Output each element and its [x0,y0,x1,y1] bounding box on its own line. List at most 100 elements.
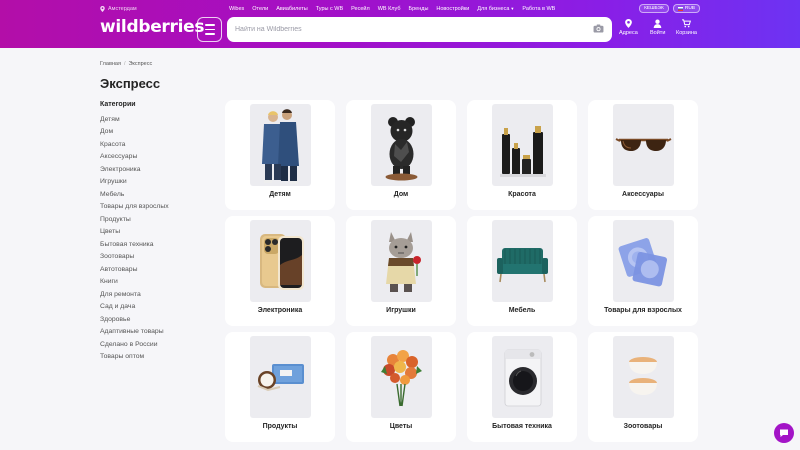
login-button[interactable]: Войти [650,19,665,36]
category-label: Мебель [508,307,536,314]
category-card-kids[interactable]: Детям [225,100,335,210]
sidebar-item-repair[interactable]: Для ремонта [100,289,210,302]
category-image [613,104,674,186]
topnav-brands[interactable]: Бренды [408,6,428,12]
sidebar-item-adult[interactable]: Товары для взрослых [100,201,210,214]
location-pin-icon [100,6,105,12]
category-image [371,220,432,302]
category-card-flowers[interactable]: Цветы [346,332,456,442]
category-card-appliances[interactable]: Бытовая техника [467,332,577,442]
category-label: Игрушки [386,307,416,314]
category-image [492,336,553,418]
sidebar-item-garden[interactable]: Сад и дача [100,301,210,314]
category-label: Электроника [257,307,303,314]
sidebar-item-home[interactable]: Дом [100,126,210,139]
category-image [613,220,674,302]
addresses-button[interactable]: Адреса [619,19,638,36]
top-bar: Амстердам Wibes Отели Авиабилеты Туры с … [100,4,700,14]
category-sidebar: Категории Детям Дом Красота Аксессуары Э… [100,101,210,364]
search-box [227,17,612,42]
category-card-beauty[interactable]: Красота [467,100,577,210]
sidebar-item-kids[interactable]: Детям [100,114,210,127]
cashback-pill[interactable]: КЕШБЭК [639,4,669,13]
category-card-accessories[interactable]: Аксессуары [588,100,698,210]
header: Амстердам Wibes Отели Авиабилеты Туры с … [0,0,800,48]
topnav-business[interactable]: Для бизнеса▼ [477,6,514,12]
burger-line [204,28,215,31]
category-label: Красота [508,191,536,198]
topnav-resale[interactable]: Ресейл [351,6,370,12]
sidebar-item-wholesale[interactable]: Товары оптом [100,351,210,364]
topnav-wibes[interactable]: Wibes [229,6,244,12]
sidebar-item-beauty[interactable]: Красота [100,139,210,152]
pet-bowls-icon [629,357,657,395]
washing-machine-icon [504,349,542,407]
top-nav: Wibes Отели Авиабилеты Туры с WB Ресейл … [229,4,555,14]
category-grid: Детям Дом Красота Аксессуары Электроника… [225,100,698,442]
sidebar-item-health[interactable]: Здоровье [100,314,210,327]
category-card-food[interactable]: Продукты [225,332,335,442]
cart-label: Корзина [676,30,697,36]
category-label: Детям [269,191,291,198]
sidebar-item-appliances[interactable]: Бытовая техника [100,239,210,252]
category-label: Дом [393,191,409,198]
cart-button[interactable]: Корзина [676,19,697,36]
category-card-home[interactable]: Дом [346,100,456,210]
category-card-pets[interactable]: Зоотовары [588,332,698,442]
flower-bouquet-icon [381,350,422,407]
camera-icon[interactable] [593,24,604,33]
topnav-tours[interactable]: Туры с WB [316,6,343,12]
chat-button[interactable] [774,423,794,443]
user-icon [653,19,662,28]
currency-label: RUB [684,6,695,11]
topnav-new-buildings[interactable]: Новостройки [436,6,469,12]
topnav-hotels[interactable]: Отели [252,6,268,12]
chevron-down-icon: ▼ [510,6,515,11]
chat-bubble-icon [780,429,788,437]
topnav-jobs[interactable]: Работа в WB [522,6,555,12]
breadcrumb-current: Экспресс [128,61,153,67]
cashback-label: КЕШБЭК [644,6,664,11]
sidebar-item-pets[interactable]: Зоотовары [100,251,210,264]
sidebar-item-flowers[interactable]: Цветы [100,226,210,239]
addresses-label: Адреса [619,30,638,36]
search-input[interactable] [227,17,612,42]
topnav-flights[interactable]: Авиабилеты [276,6,308,12]
category-label: Цветы [389,423,413,430]
category-card-adult[interactable]: Товары для взрослых [588,216,698,326]
currency-pill[interactable]: RUB [672,4,700,13]
category-image [492,220,553,302]
menu-button[interactable] [197,17,222,42]
sidebar-item-made-in-russia[interactable]: Сделано в России [100,339,210,352]
breadcrumb-home[interactable]: Главная [100,61,121,67]
location-pin-icon [625,19,632,28]
category-image [250,104,311,186]
sidebar-item-accessories[interactable]: Аксессуары [100,151,210,164]
breadcrumb-separator: / [123,61,126,67]
category-image [250,220,311,302]
sidebar-item-adaptive[interactable]: Адаптивные товары [100,326,210,339]
category-card-electronics[interactable]: Электроника [225,216,335,326]
city-selector[interactable]: Амстердам [100,6,137,12]
category-image [492,104,553,186]
category-card-toys[interactable]: Игрушки [346,216,456,326]
category-label: Зоотовары [623,423,663,430]
sofa-icon [497,248,548,283]
topnav-wb-club[interactable]: WB Клуб [378,6,401,12]
sidebar-item-books[interactable]: Книги [100,276,210,289]
category-label: Товары для взрослых [604,307,682,314]
smartphone-icon [260,234,304,290]
sidebar-item-electronics[interactable]: Электроника [100,164,210,177]
kids-jacket-icon [262,109,299,184]
bear-figurine-icon [385,117,418,181]
sidebar-item-auto[interactable]: Автотовары [100,264,210,277]
category-label: Бытовая техника [492,423,552,430]
flag-icon [677,6,683,11]
logo[interactable]: wildberries [100,17,204,37]
category-card-furniture[interactable]: Мебель [467,216,577,326]
category-image [250,336,311,418]
category-label: Аксессуары [622,191,664,198]
sidebar-item-furniture[interactable]: Мебель [100,189,210,202]
sidebar-item-toys[interactable]: Игрушки [100,176,210,189]
sidebar-item-food[interactable]: Продукты [100,214,210,227]
